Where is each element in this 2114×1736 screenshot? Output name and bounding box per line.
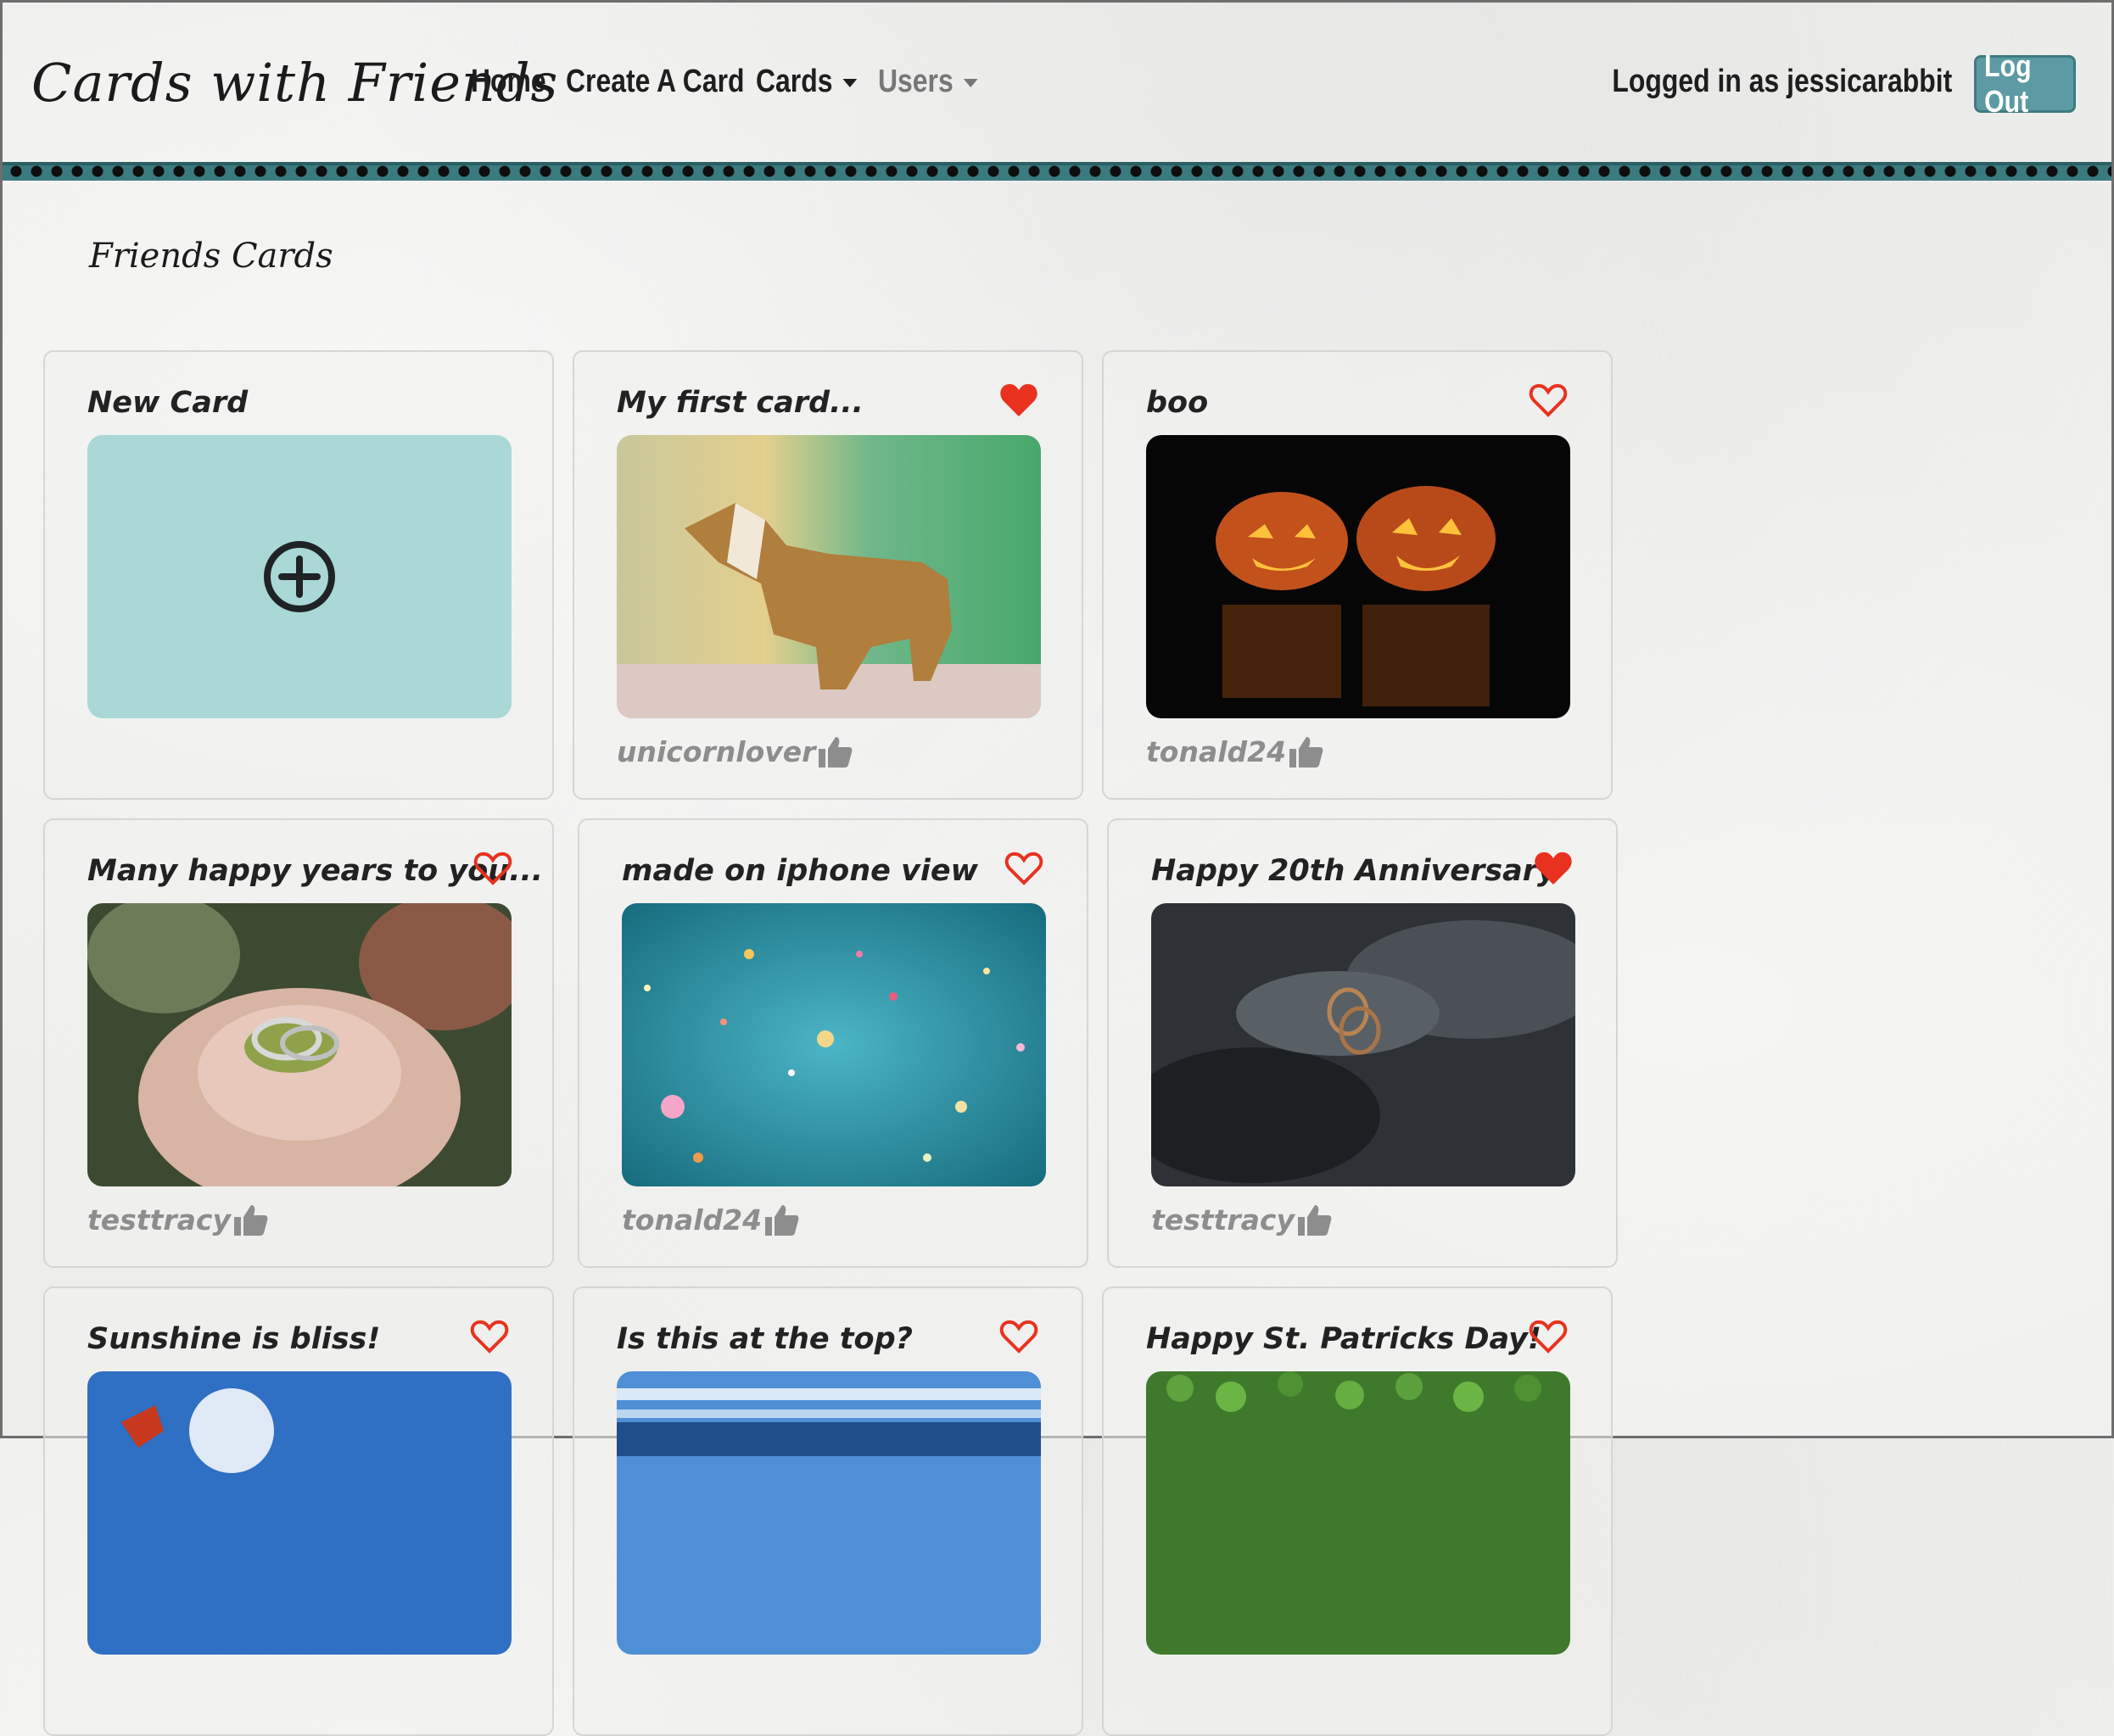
nav-cards-label: Cards: [756, 64, 833, 99]
heart-filled-icon[interactable]: [998, 381, 1039, 420]
card-tile[interactable]: Happy 20th Anniversary testtracy: [1107, 818, 1618, 1268]
card-title: Sunshine is bliss!: [87, 1322, 381, 1356]
navbar: Cards with Friends Home Create A Card Ca…: [3, 3, 2111, 159]
card-image-clovers[interactable]: [1146, 1371, 1570, 1655]
nav-create-card[interactable]: Create A Card: [566, 64, 745, 100]
chevron-down-icon: [963, 78, 978, 87]
navbar-divider: [3, 162, 2111, 181]
heart-filled-icon[interactable]: [1533, 849, 1574, 888]
card-tile[interactable]: Happy St. Patricks Day!: [1102, 1287, 1613, 1736]
card-image-rings-on-water[interactable]: [1151, 903, 1575, 1186]
author-name: testtracy: [1151, 1203, 1295, 1236]
card-author[interactable]: testtracy: [1151, 1202, 1332, 1237]
new-card-button[interactable]: [87, 435, 512, 718]
card-tile[interactable]: Is this at the top?: [573, 1287, 1083, 1736]
nav-users-label: Users: [878, 64, 954, 99]
heart-outline-icon[interactable]: [1528, 381, 1569, 420]
heart-outline-icon[interactable]: [1528, 1317, 1569, 1356]
author-name: tonald24: [1146, 734, 1287, 768]
author-name: testtracy: [87, 1203, 231, 1236]
card-title: made on iphone view: [622, 854, 978, 888]
thumbs-up-icon[interactable]: [763, 1202, 799, 1237]
logged-in-status: Logged in as jessicarabbit: [1612, 64, 1952, 99]
card-tile[interactable]: Many happy years to you... testtracy: [43, 818, 554, 1268]
card-title: boo: [1146, 386, 1209, 420]
card-image-confetti[interactable]: [622, 903, 1046, 1186]
logout-label: Log Out: [1984, 48, 2032, 119]
card-title: Happy 20th Anniversary: [1151, 854, 1557, 888]
card-image-sunshine[interactable]: [87, 1371, 512, 1655]
card-image-wooden-unicorn[interactable]: [617, 435, 1041, 718]
heart-outline-icon[interactable]: [473, 849, 513, 888]
author-name: tonald24: [622, 1203, 763, 1236]
logout-button[interactable]: Log Out: [1974, 48, 2076, 119]
thumbs-up-icon[interactable]: [1288, 734, 1323, 769]
card-author[interactable]: unicornlover: [617, 734, 853, 769]
author-name: unicornlover: [617, 734, 816, 768]
card-image-rings-on-flower[interactable]: [87, 903, 512, 1186]
card-title: Is this at the top?: [617, 1322, 913, 1356]
thumbs-up-icon[interactable]: [1296, 1202, 1332, 1237]
thumbs-up-icon[interactable]: [232, 1202, 268, 1237]
card-tile[interactable]: Sunshine is bliss!: [43, 1287, 554, 1736]
card-author[interactable]: tonald24: [1146, 734, 1323, 769]
chevron-down-icon: [842, 78, 858, 87]
heart-outline-icon[interactable]: [1004, 849, 1044, 888]
card-title: My first card...: [617, 386, 864, 420]
card-image-building-blur[interactable]: [617, 1371, 1041, 1655]
heart-outline-icon[interactable]: [469, 1317, 510, 1356]
new-card-tile[interactable]: New Card: [43, 350, 554, 800]
card-tile[interactable]: made on iphone view tonald24: [578, 818, 1088, 1268]
nav-users-dropdown[interactable]: Users: [878, 64, 978, 100]
nav-home[interactable]: Home: [471, 64, 546, 100]
nav-cards-dropdown[interactable]: Cards: [756, 64, 858, 100]
heart-outline-icon[interactable]: [998, 1317, 1039, 1356]
card-title: New Card: [87, 386, 249, 420]
card-author[interactable]: testtracy: [87, 1202, 268, 1237]
card-tile[interactable]: My first card... unicornlover: [573, 350, 1083, 800]
card-tile[interactable]: boo tonald24: [1102, 350, 1613, 800]
page-title: Friends Cards: [89, 237, 333, 276]
card-title: Happy St. Patricks Day!: [1146, 1322, 1541, 1356]
plus-circle-icon: [264, 541, 335, 612]
card-author[interactable]: tonald24: [622, 1202, 799, 1237]
thumbs-up-icon[interactable]: [817, 734, 853, 769]
card-image-jack-o-lanterns[interactable]: [1146, 435, 1570, 718]
